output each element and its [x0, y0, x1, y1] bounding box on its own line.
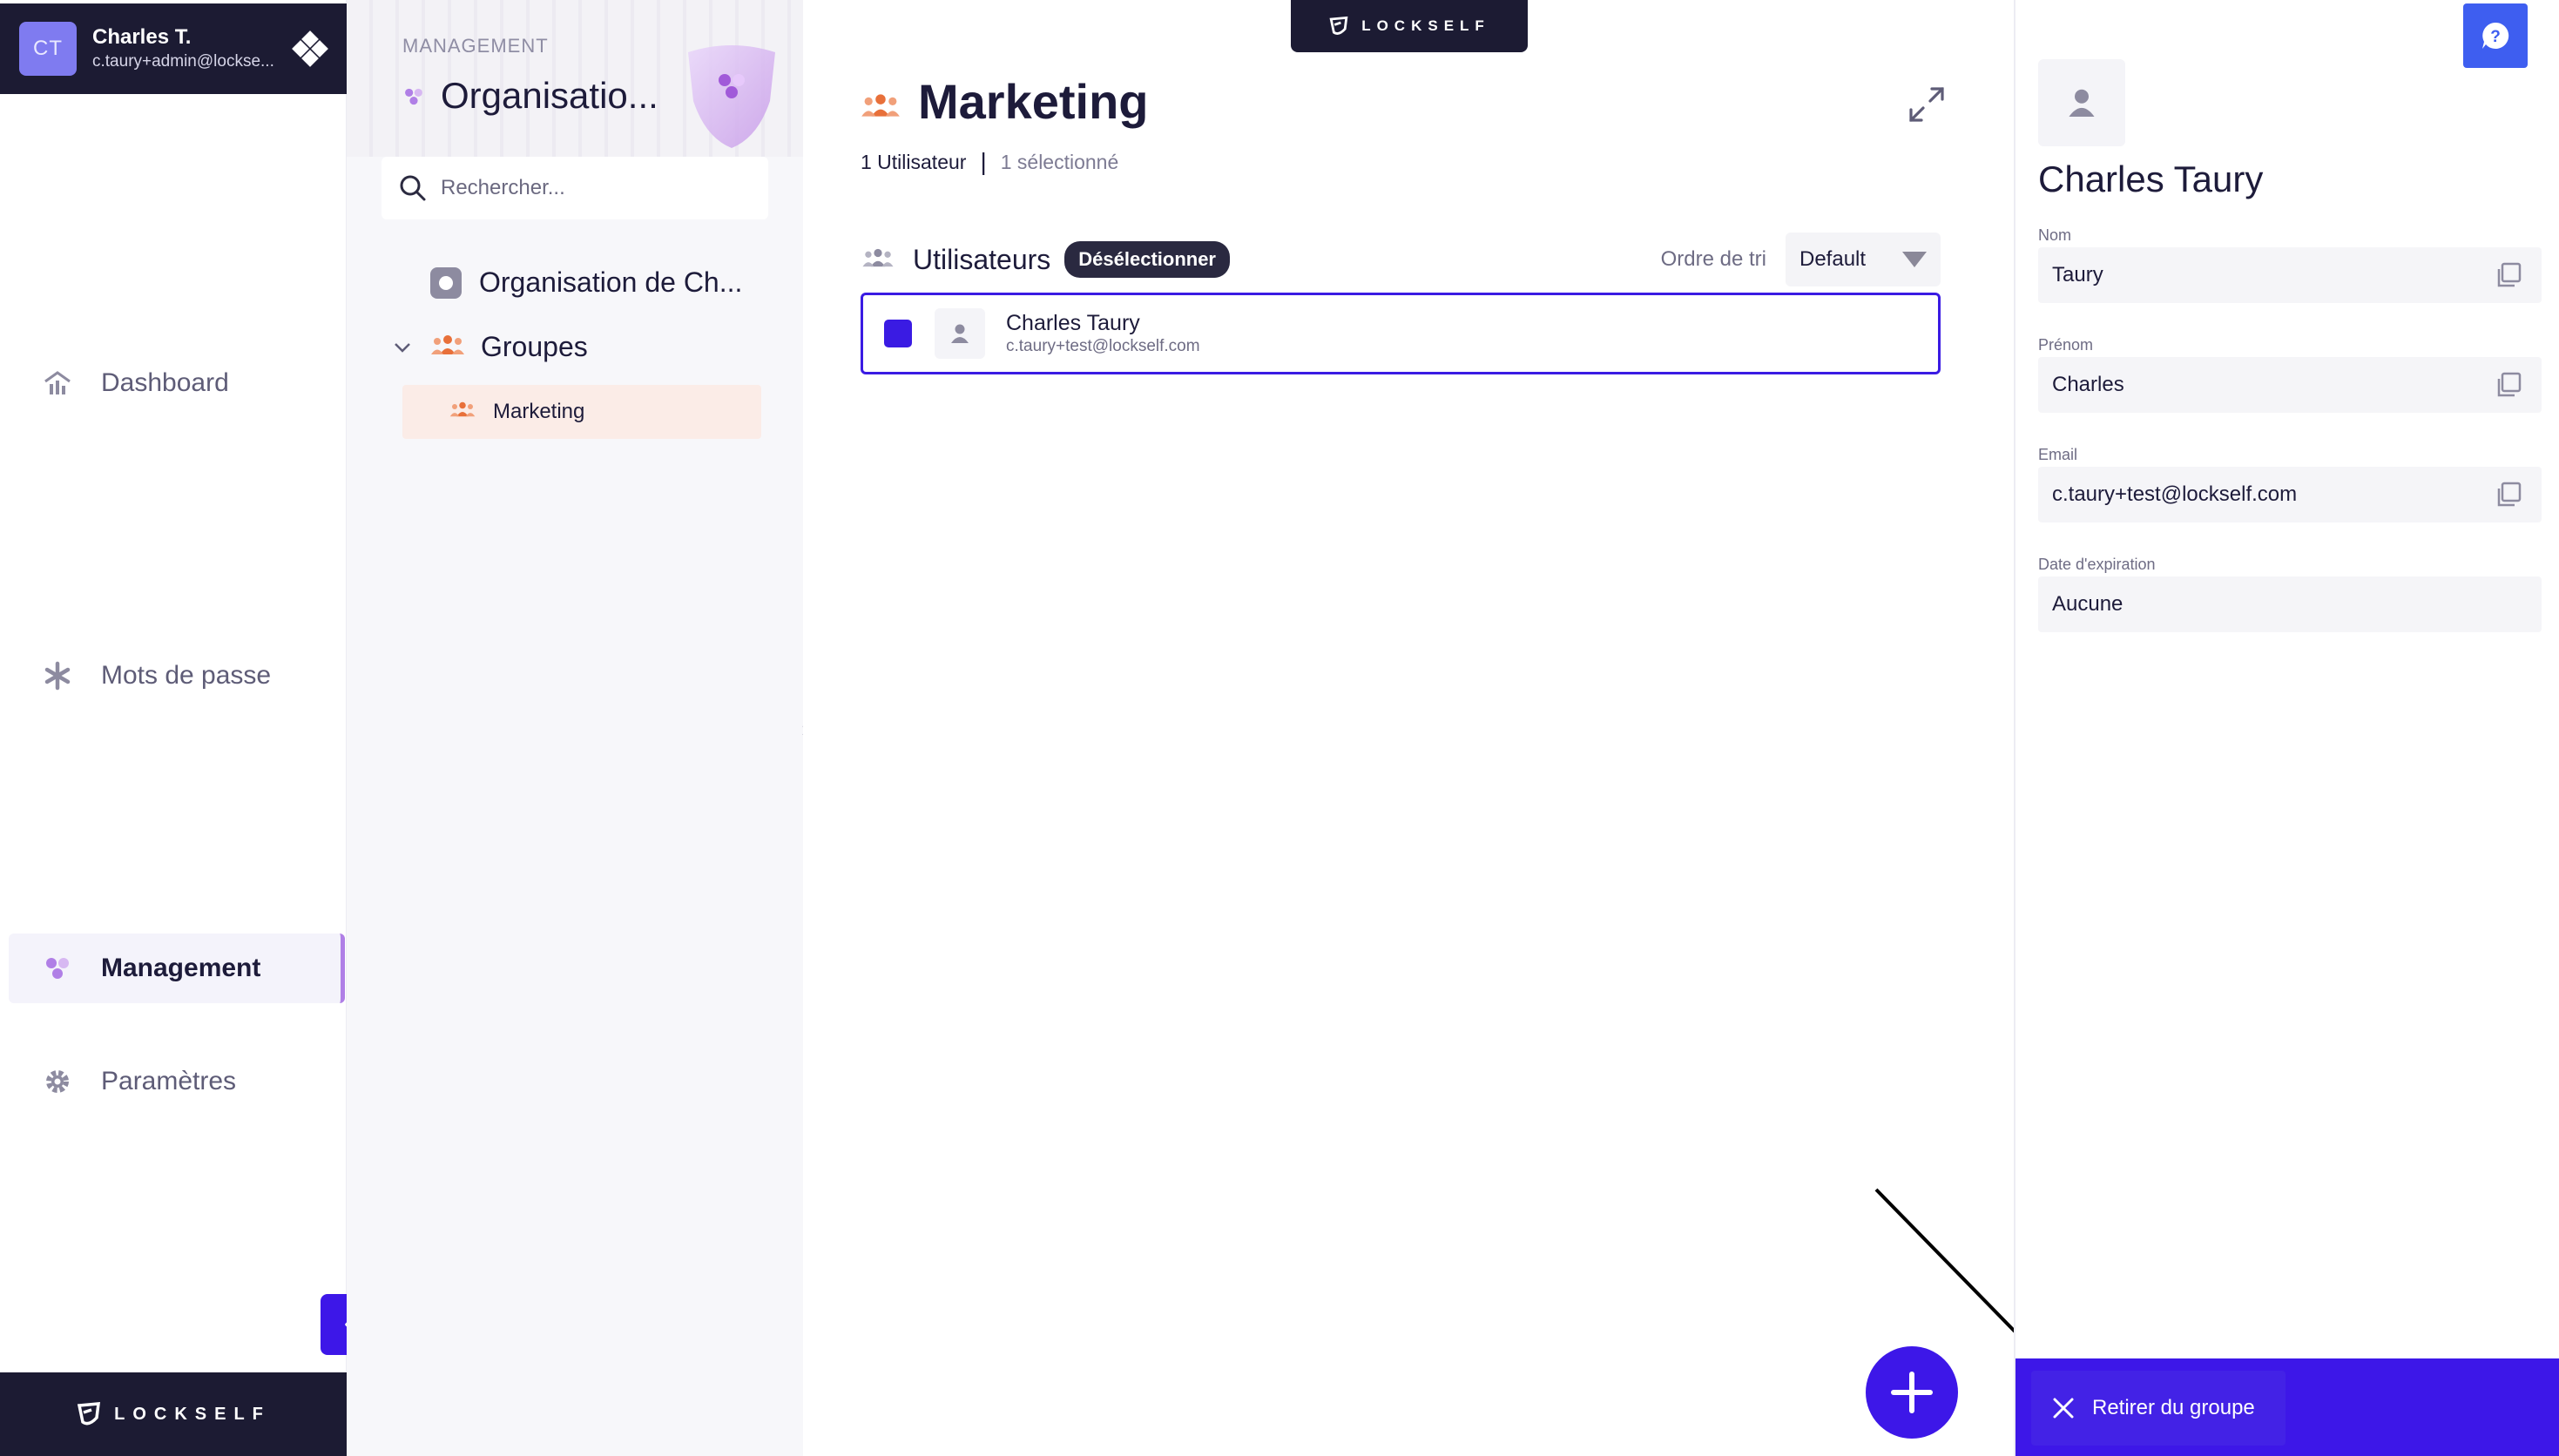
- field-label-nom: Nom: [2038, 226, 2072, 244]
- user-row-text: Charles Taury c.taury+test@lockself.com: [1006, 310, 1200, 357]
- field-value: c.taury+test@lockself.com: [2052, 482, 2298, 506]
- sort-label: Ordre de tri: [1660, 247, 1766, 271]
- user-info: Charles T. c.taury+admin@lockse...: [92, 24, 293, 73]
- organisation-icon: [430, 266, 462, 299]
- page-title: Marketing: [861, 73, 1149, 130]
- close-icon: [2053, 1398, 2074, 1419]
- copy-icon[interactable]: [2495, 371, 2522, 399]
- detail-action-bar: Retirer du groupe: [2015, 1358, 2559, 1456]
- user-avatar: CT: [19, 22, 77, 76]
- nav-item-settings[interactable]: Paramètres: [9, 1047, 345, 1116]
- lockself-logo: LOCKSELF: [76, 1401, 271, 1427]
- group-icon: [449, 400, 476, 424]
- nav-footer-logo: LOCKSELF: [0, 1372, 347, 1456]
- gear-icon: [42, 1066, 73, 1097]
- user-account-box[interactable]: CT Charles T. c.taury+admin@lockse...: [0, 3, 347, 94]
- search-icon: [400, 175, 426, 201]
- deselect-button[interactable]: Désélectionner: [1064, 241, 1230, 278]
- detail-user-name: Charles Taury: [2038, 158, 2264, 199]
- sort-order-value: Default: [1799, 247, 1867, 271]
- user-name: Charles T.: [92, 25, 192, 49]
- field-expiration: Aucune: [2038, 576, 2542, 632]
- brand-name: LOCKSELF: [114, 1404, 271, 1424]
- user-row-email: c.taury+test@lockself.com: [1006, 337, 1200, 355]
- page-title-text: Marketing: [918, 74, 1149, 129]
- user-row-name: Charles Taury: [1006, 311, 1140, 335]
- field-value: Taury: [2052, 263, 2103, 286]
- tree-item-group-marketing[interactable]: Marketing: [402, 385, 761, 439]
- nav-item-label: Management: [101, 954, 261, 982]
- group-detail-panel: LOCKSELF Marketing 1 Utilisateur | 1 sél…: [803, 0, 2038, 1456]
- management-icon: [402, 75, 425, 117]
- tree-item-label: Marketing: [493, 400, 585, 423]
- remove-from-group-label: Retirer du groupe: [2092, 1396, 2255, 1419]
- user-detail-panel: ? Charles Taury Nom Taury Prénom Charles…: [2014, 0, 2559, 1456]
- group-icon: [861, 73, 901, 130]
- field-value: Charles: [2052, 373, 2124, 396]
- nav-item-management[interactable]: Management: [9, 934, 345, 1003]
- detail-avatar-icon: [2038, 59, 2125, 146]
- field-email: c.taury+test@lockself.com: [2038, 467, 2542, 522]
- user-avatar-icon: [935, 308, 985, 359]
- chevron-down-icon[interactable]: [394, 341, 411, 354]
- add-user-button[interactable]: [1866, 1346, 1958, 1439]
- organisation-title: Organisatio...: [402, 75, 658, 117]
- management-icon: [42, 953, 73, 984]
- tree-item-label: Groupes: [481, 331, 588, 362]
- lockself-logo: LOCKSELF: [1328, 16, 1490, 37]
- lockself-shield-icon: [77, 1402, 101, 1426]
- user-list-row[interactable]: Charles Taury c.taury+test@lockself.com: [861, 293, 1941, 374]
- field-label-email: Email: [2038, 446, 2078, 463]
- group-icon: [430, 331, 465, 363]
- tree-header: MANAGEMENT Organisatio...: [347, 0, 803, 157]
- nav-item-label: Paramètres: [101, 1067, 237, 1095]
- shield-illustration-icon: [688, 45, 775, 148]
- svg-text:?: ?: [2490, 28, 2501, 46]
- row-checkbox[interactable]: [884, 320, 912, 347]
- tree-item-groups[interactable]: Groupes: [394, 331, 588, 363]
- separator: |: [980, 148, 987, 175]
- users-section-header: Utilisateurs Désélectionner Ordre de tri…: [861, 233, 1941, 286]
- section-kicker: MANAGEMENT: [402, 35, 549, 57]
- user-count: 1 Utilisateur: [861, 150, 967, 173]
- switch-account-icon[interactable]: [292, 30, 328, 67]
- lockself-shield-icon: [1329, 16, 1348, 35]
- field-label-expiration: Date d'expiration: [2038, 556, 2156, 573]
- sort-order-select[interactable]: Default: [1786, 233, 1941, 286]
- nav-item-label: Mots de passe: [101, 661, 272, 690]
- tree-item-organisation[interactable]: Organisation de Ch...: [430, 266, 742, 299]
- copy-icon[interactable]: [2495, 261, 2522, 289]
- main-navigation: CT Charles T. c.taury+admin@lockse... Da…: [0, 0, 347, 1456]
- brand-name: LOCKSELF: [1361, 17, 1490, 34]
- field-label-prenom: Prénom: [2038, 336, 2094, 354]
- dashboard-icon: [42, 367, 73, 399]
- users-icon: [861, 247, 895, 273]
- help-button[interactable]: ?: [2463, 3, 2528, 68]
- asterisk-icon: [42, 660, 73, 691]
- top-brand-banner: LOCKSELF: [1291, 0, 1528, 52]
- organisation-tree-panel: MANAGEMENT Organisatio... Organisati: [347, 0, 803, 1456]
- group-summary: 1 Utilisateur | 1 sélectionné: [861, 148, 1118, 176]
- caret-down-icon: [1902, 252, 1927, 267]
- remove-from-group-button[interactable]: Retirer du groupe: [2031, 1371, 2286, 1446]
- field-value: Aucune: [2052, 592, 2123, 616]
- field-prenom: Charles: [2038, 357, 2542, 413]
- nav-item-passwords[interactable]: Mots de passe: [9, 641, 345, 711]
- expand-icon[interactable]: [1907, 85, 1946, 124]
- organisation-title-text: Organisatio...: [441, 75, 658, 116]
- selected-count: 1 sélectionné: [1000, 150, 1119, 173]
- user-email: c.taury+admin@lockse...: [92, 52, 274, 71]
- help-chat-icon: ?: [2482, 22, 2509, 49]
- tree-item-label: Organisation de Ch...: [479, 266, 743, 298]
- nav-item-dashboard[interactable]: Dashboard: [9, 348, 345, 418]
- search-input[interactable]: [441, 176, 754, 200]
- section-label: Utilisateurs: [913, 243, 1051, 275]
- tree-search-field[interactable]: [381, 157, 768, 219]
- copy-icon[interactable]: [2495, 481, 2522, 509]
- plus-icon: [1891, 1372, 1933, 1413]
- field-nom: Taury: [2038, 247, 2542, 303]
- nav-item-label: Dashboard: [101, 368, 229, 397]
